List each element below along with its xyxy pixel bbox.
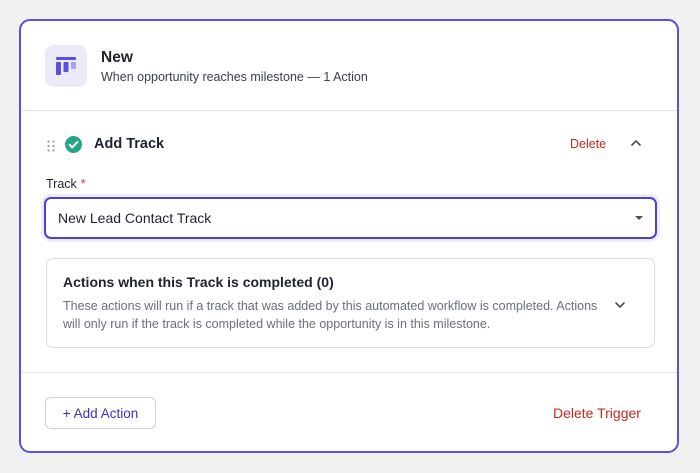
track-select[interactable]: New Lead Contact Track: [44, 197, 657, 239]
trigger-title: New: [101, 49, 133, 66]
workflow-board-icon: [45, 45, 87, 87]
track-label-text: Track: [46, 177, 77, 191]
delete-trigger-button[interactable]: Delete Trigger: [553, 405, 641, 421]
action-title: Add Track: [94, 136, 165, 152]
required-marker: *: [80, 177, 86, 191]
workflow-trigger-card: New When opportunity reaches milestone —…: [19, 19, 679, 453]
add-action-button[interactable]: + Add Action: [45, 397, 156, 429]
card-footer: + Add Action Delete Trigger: [21, 373, 677, 451]
completed-actions-description: These actions will run if a track that w…: [63, 299, 598, 331]
drag-handle-icon[interactable]: [47, 139, 55, 152]
track-completed-actions-panel[interactable]: Actions when this Track is completed (0)…: [46, 258, 655, 348]
caret-down-icon: [635, 216, 643, 220]
chevron-down-icon[interactable]: [611, 296, 629, 314]
action-section: Add Track Delete Track * New Lead Contact…: [21, 111, 677, 373]
track-select-value: New Lead Contact Track: [58, 210, 212, 226]
delete-action-button[interactable]: Delete: [570, 137, 606, 151]
completed-actions-title: Actions when this Track is completed (0): [63, 274, 334, 290]
trigger-subtitle: When opportunity reaches milestone — 1 A…: [101, 70, 368, 84]
track-field-label: Track *: [46, 177, 86, 191]
chevron-up-icon[interactable]: [627, 134, 645, 152]
trigger-header: New When opportunity reaches milestone —…: [21, 21, 677, 111]
check-circle-icon: [65, 136, 82, 153]
